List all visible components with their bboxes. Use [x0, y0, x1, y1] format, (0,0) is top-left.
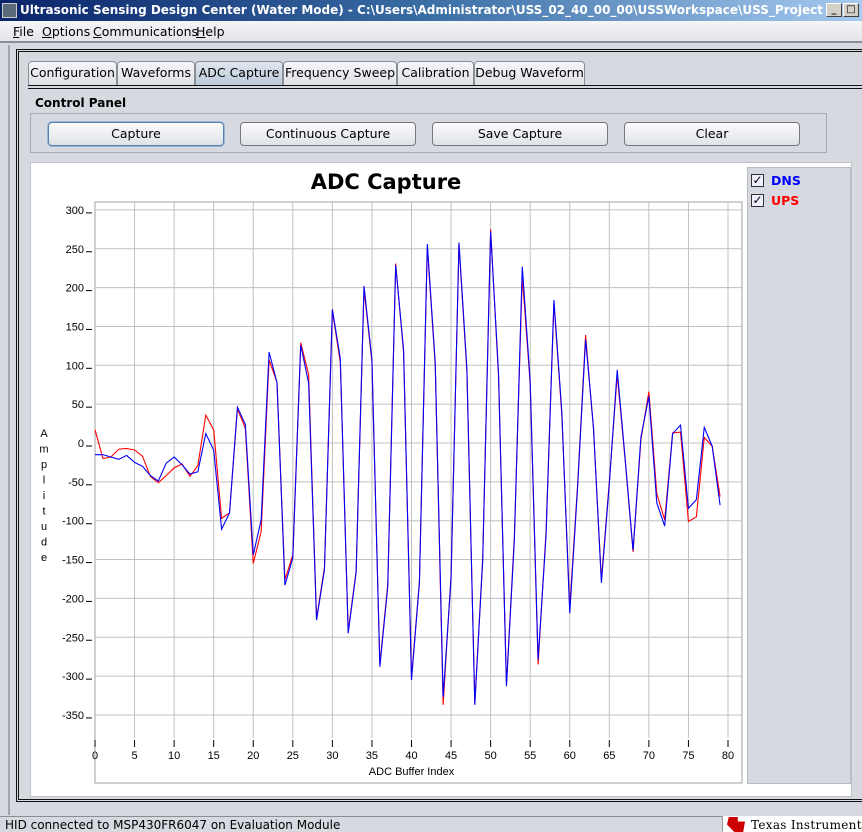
y-tick-label: 250: [66, 244, 84, 256]
legend-panel: ✓ DNS ✓ UPS: [747, 167, 851, 784]
status-text: HID connected to MSP430FR6047 on Evaluat…: [5, 818, 341, 832]
x-tick-label: 65: [603, 750, 615, 762]
y-tick-label: 150: [66, 321, 84, 333]
x-tick-label: 15: [208, 750, 220, 762]
y-tick-label: 200: [66, 283, 84, 295]
x-tick-label: 50: [485, 750, 497, 762]
checkbox-checked-icon[interactable]: ✓: [751, 194, 764, 207]
x-tick-label: 0: [92, 750, 98, 762]
y-tick-label: -250: [62, 632, 84, 644]
y-tick-label: -150: [62, 555, 84, 567]
y-tick-label: -50: [68, 477, 84, 489]
x-tick-label: 5: [132, 750, 138, 762]
y-axis-label-char: l: [43, 475, 45, 487]
x-tick-label: 75: [682, 750, 694, 762]
y-tick-label: 300: [66, 205, 84, 217]
y-axis-label-char: d: [41, 537, 47, 549]
legend-item-ups[interactable]: ✓ UPS: [751, 193, 799, 208]
x-tick-label: 35: [366, 750, 378, 762]
x-tick-label: 40: [405, 750, 417, 762]
x-axis-label: ADC Buffer Index: [369, 766, 455, 778]
x-tick-label: 55: [524, 750, 536, 762]
y-tick-label: 100: [66, 360, 84, 372]
x-tick-label: 25: [287, 750, 299, 762]
y-axis-label-char: u: [41, 521, 47, 533]
y-axis-label-char: m: [39, 444, 48, 456]
y-axis-label-char: A: [40, 428, 48, 440]
y-tick-label: -350: [62, 710, 84, 722]
y-axis-label-char: t: [42, 506, 45, 518]
plot-area: [94, 201, 743, 784]
y-axis-label-char: i: [43, 490, 45, 502]
x-tick-label: 80: [722, 750, 734, 762]
y-axis-label-char: p: [41, 459, 47, 471]
legend-label-dns: DNS: [771, 173, 801, 188]
y-tick-label: -100: [62, 516, 84, 528]
x-tick-label: 30: [326, 750, 338, 762]
x-tick-label: 60: [564, 750, 576, 762]
x-tick-label: 70: [643, 750, 655, 762]
checkbox-checked-icon[interactable]: ✓: [751, 174, 764, 187]
legend-item-dns[interactable]: ✓ DNS: [751, 173, 801, 188]
legend-label-ups: UPS: [771, 193, 800, 208]
y-tick-label: -200: [62, 593, 84, 605]
x-tick-label: 45: [445, 750, 457, 762]
x-tick-label: 20: [247, 750, 259, 762]
x-tick-label: 10: [168, 750, 180, 762]
y-axis-label-char: e: [41, 552, 47, 564]
adc-chart: 0 5 10 15 20 25 30 35 40 45 50 55 60 65 70 75 80 300 250 20…: [39, 201, 743, 784]
y-tick-label: 0: [78, 438, 84, 450]
y-tick-label: 50: [72, 399, 84, 411]
y-tick-label: -300: [62, 671, 84, 683]
